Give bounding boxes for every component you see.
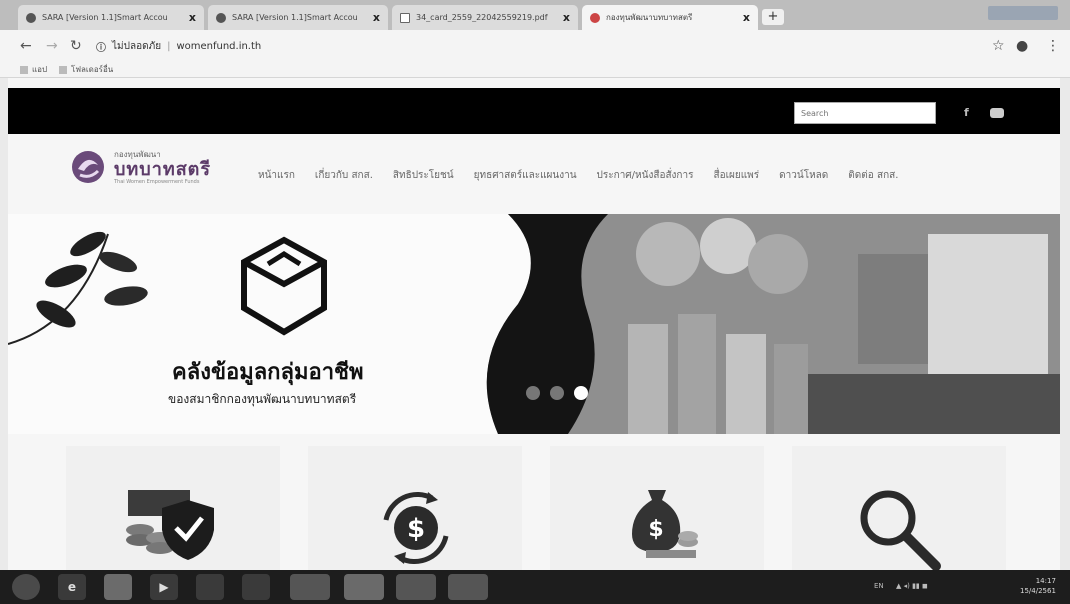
magnifier-icon (860, 490, 941, 570)
document-icon (400, 12, 410, 23)
tab-title: กองทุนพัฒนาบทบาทสตรี (606, 13, 693, 22)
logo-mark-icon (72, 150, 104, 183)
menu-item-about[interactable]: เกี่ยวกับ สกส. (315, 168, 373, 183)
new-tab-button[interactable]: + (762, 9, 784, 25)
logo-line-2: บทบาทสตรี (114, 159, 212, 180)
reload-icon[interactable]: ↻ (70, 38, 82, 54)
banner-title: คลังข้อมูลกลุ่มอาชีพ (172, 360, 364, 385)
start-icon[interactable] (12, 574, 40, 600)
feature-card[interactable]: $ (308, 446, 522, 570)
search-input[interactable] (794, 102, 936, 124)
chrome-icon (26, 12, 36, 23)
browser-tab-active[interactable]: กองทุนพัฒนาบทบาทสตรี x (582, 5, 758, 30)
profile-icon[interactable]: ● (1016, 38, 1028, 54)
menu-item-strategy[interactable]: ยุทธศาสตร์และแผนงาน (474, 168, 577, 183)
coins-shield-icon (126, 490, 214, 560)
ie-icon[interactable]: e (58, 574, 86, 600)
slider-dot-1[interactable] (526, 386, 540, 400)
bookmarks-bar: แอป โฟลเดอร์อื่น (0, 62, 1070, 78)
os-taskbar: e ▶ EN ▲ ◂) ▮▮ ◼ 14:17 15/4/2561 (0, 570, 1070, 604)
close-icon[interactable]: x (563, 11, 570, 24)
clock-date: 15/4/2561 (1020, 587, 1056, 595)
apps-grid-icon (20, 65, 28, 74)
chrome-icon (216, 12, 226, 23)
paint-icon[interactable] (196, 574, 224, 600)
svg-text:$: $ (648, 517, 663, 542)
antivirus-icon[interactable] (242, 574, 270, 600)
textile-photo (486, 214, 1060, 434)
main-menu: หน้าแรก เกี่ยวกับ สกส. สิทธิประโยชน์ ยุท… (258, 168, 918, 183)
facebook-icon[interactable]: f (964, 106, 969, 119)
tray-icons[interactable]: ▲ ◂) ▮▮ ◼ (896, 582, 928, 590)
browser-toolbar: ← → ↻ ⓘ ไม่ปลอดภัย | womenfund.in.th ☆ ●… (0, 30, 1070, 62)
url-text: womenfund.in.th (176, 40, 262, 52)
bookmark-other[interactable]: โฟลเดอร์อื่น (59, 63, 113, 76)
money-bag-icon: $ (632, 490, 698, 558)
slider-dot-2[interactable] (550, 386, 564, 400)
feature-cards: $ $ (66, 440, 1006, 570)
media-icon[interactable]: ▶ (150, 574, 178, 600)
menu-dots-icon[interactable]: ⋮ (1046, 38, 1060, 54)
close-icon[interactable]: x (373, 11, 380, 24)
star-icon[interactable]: ☆ (992, 38, 1005, 54)
close-icon[interactable]: x (189, 11, 196, 24)
browser-tab-strip: SARA [Version 1.1]Smart Accou x SARA [Ve… (0, 0, 1070, 30)
info-icon[interactable]: ⓘ (96, 39, 106, 54)
menu-item-download[interactable]: ดาวน์โหลด (779, 168, 828, 183)
site-icon (590, 12, 600, 23)
page-viewport: f กองทุนพัฒนา บทบาทสตรี Thai Women Empow… (8, 78, 1060, 570)
security-label: ไม่ปลอดภัย (112, 40, 162, 52)
chrome-icon[interactable] (344, 574, 384, 600)
browser-tab[interactable]: SARA [Version 1.1]Smart Accou x (208, 5, 388, 30)
browser-tab[interactable]: 34_card_2559_22042559219.pdf x (392, 5, 578, 30)
system-clock[interactable]: 14:17 15/4/2561 (1020, 576, 1056, 596)
youtube-icon[interactable] (990, 108, 1004, 118)
feature-card[interactable] (66, 446, 280, 570)
money-exchange-icon: $ (383, 491, 449, 565)
close-icon[interactable]: x (743, 11, 750, 24)
tab-title: SARA [Version 1.1]Smart Accou (232, 13, 358, 22)
address-separator: | (167, 40, 171, 52)
logo-text: กองทุนพัฒนา บทบาทสตรี Thai Women Empower… (114, 148, 211, 185)
language-indicator[interactable]: EN (874, 582, 884, 590)
bookmark-apps[interactable]: แอป (20, 63, 47, 76)
slider-dot-3-active[interactable] (574, 386, 588, 400)
line-icon[interactable] (448, 574, 488, 600)
svg-text:$: $ (407, 514, 425, 544)
tab-title: 34_card_2559_22042559219.pdf (416, 13, 548, 22)
excel-icon[interactable] (290, 574, 330, 600)
leaf-vine-icon (8, 231, 148, 345)
folder-icon (59, 65, 68, 74)
explorer-icon[interactable] (104, 574, 132, 600)
word-icon[interactable] (396, 574, 436, 600)
menu-item-announcements[interactable]: ประกาศ/หนังสือสั่งการ (597, 168, 694, 183)
window-controls[interactable] (988, 6, 1058, 20)
menu-item-contact[interactable]: ติดต่อ สกส. (848, 168, 898, 183)
browser-tab[interactable]: SARA [Version 1.1]Smart Accou x (18, 5, 204, 30)
address-bar[interactable]: ⓘ ไม่ปลอดภัย | womenfund.in.th (96, 36, 896, 56)
box-icon (241, 236, 327, 336)
site-header: กองทุนพัฒนา บทบาทสตรี Thai Women Empower… (8, 134, 1060, 214)
feature-card[interactable] (792, 446, 1006, 570)
hero-banner[interactable]: คลังข้อมูลกลุ่มอาชีพ ของสมาชิกกองทุนพัฒน… (8, 214, 1060, 434)
logo-line-3: Thai Women Empowerment Funds (114, 179, 200, 185)
site-top-bar: f (8, 88, 1060, 134)
menu-item-media[interactable]: สื่อเผยแพร่ (713, 168, 759, 183)
tab-title: SARA [Version 1.1]Smart Accou (42, 13, 168, 22)
back-icon[interactable]: ← (20, 38, 32, 54)
menu-item-home[interactable]: หน้าแรก (258, 168, 295, 183)
feature-card[interactable]: $ (550, 446, 764, 570)
menu-item-benefits[interactable]: สิทธิประโยชน์ (393, 168, 454, 183)
banner-subtitle: ของสมาชิกกองทุนพัฒนาบทบาทสตรี (168, 392, 357, 406)
slider-dots (526, 386, 588, 400)
forward-icon[interactable]: → (46, 38, 58, 54)
site-logo[interactable]: กองทุนพัฒนา บทบาทสตรี Thai Women Empower… (70, 148, 211, 185)
clock-time: 14:17 (1035, 577, 1056, 585)
